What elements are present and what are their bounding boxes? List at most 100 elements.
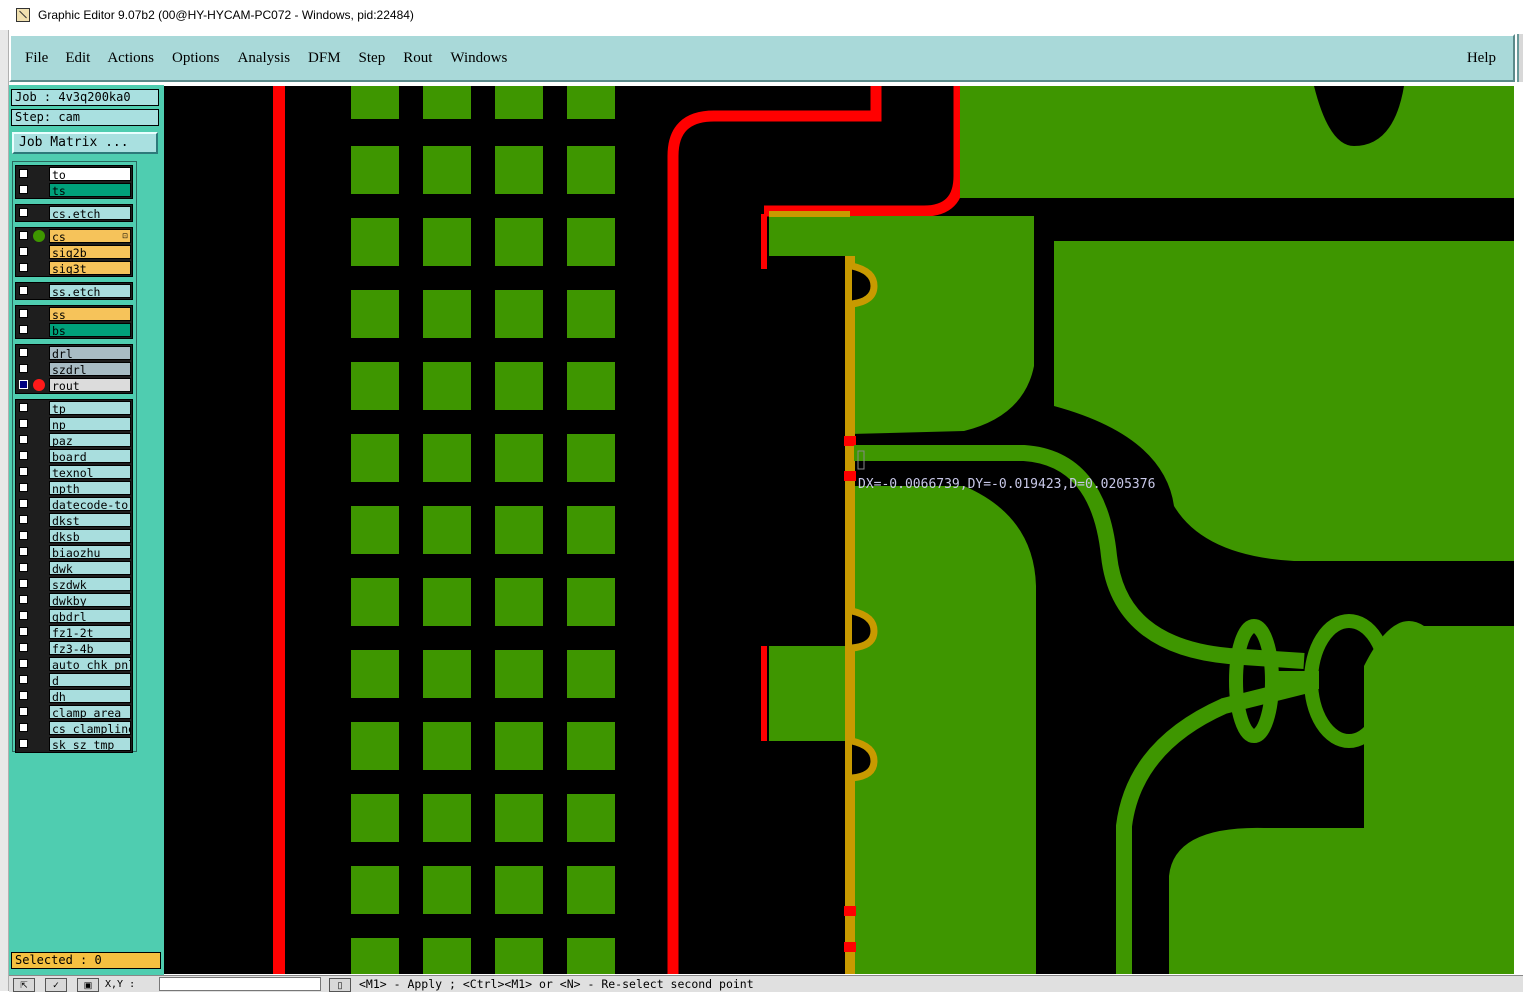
layer-row[interactable]: paz — [16, 432, 132, 448]
layer-name[interactable]: datecode-to — [49, 497, 131, 511]
layer-affected-checkbox[interactable] — [19, 403, 28, 412]
smd-pad[interactable] — [567, 794, 615, 842]
layer-row[interactable]: texnol — [16, 464, 132, 480]
check-icon[interactable]: ✓ — [45, 978, 67, 992]
layer-affected-checkbox[interactable] — [19, 531, 28, 540]
snap-icon[interactable]: ▣ — [77, 978, 99, 992]
smd-pad[interactable] — [351, 866, 399, 914]
layer-name[interactable]: d — [49, 673, 131, 687]
smd-pad[interactable] — [495, 86, 543, 119]
layer-name[interactable]: cs — [49, 229, 131, 243]
layer-name[interactable]: cs.etch — [49, 206, 131, 220]
smd-pad[interactable] — [495, 506, 543, 554]
layer-affected-checkbox[interactable] — [19, 563, 28, 572]
smd-pad[interactable] — [423, 434, 471, 482]
layer-name[interactable]: drl — [49, 346, 131, 360]
layer-affected-checkbox[interactable] — [19, 247, 28, 256]
layer-row[interactable]: rout — [16, 377, 132, 393]
smd-pad[interactable] — [351, 506, 399, 554]
layer-affected-checkbox[interactable] — [19, 263, 28, 272]
layer-affected-checkbox[interactable] — [19, 595, 28, 604]
layer-name[interactable]: tp — [49, 401, 131, 415]
layer-row[interactable]: d — [16, 672, 132, 688]
layer-name[interactable]: fz1-2t — [49, 625, 131, 639]
layer-row[interactable]: cs.etch — [16, 205, 132, 221]
menu-help[interactable]: Help — [1467, 50, 1496, 67]
layer-name[interactable]: bs — [49, 323, 131, 337]
layer-row[interactable]: board — [16, 448, 132, 464]
smd-pad[interactable] — [351, 86, 399, 119]
layer-row[interactable]: auto_chk_pnl — [16, 656, 132, 672]
layer-row[interactable]: gbdrl — [16, 608, 132, 624]
layer-affected-checkbox[interactable] — [19, 208, 28, 217]
smd-pad[interactable] — [567, 86, 615, 119]
menu-dfm[interactable]: DFM — [308, 50, 341, 67]
layer-name[interactable]: dwkby — [49, 593, 131, 607]
smd-pad[interactable] — [495, 218, 543, 266]
smd-pad[interactable] — [567, 506, 615, 554]
smd-pad[interactable] — [423, 86, 471, 119]
smd-pad[interactable] — [423, 866, 471, 914]
smd-pad[interactable] — [351, 434, 399, 482]
menu-actions[interactable]: Actions — [107, 50, 154, 67]
layer-affected-checkbox[interactable] — [19, 723, 28, 732]
smd-pad[interactable] — [423, 578, 471, 626]
layer-affected-checkbox[interactable] — [19, 611, 28, 620]
layer-affected-checkbox[interactable] — [19, 547, 28, 556]
smd-pad[interactable] — [495, 722, 543, 770]
layer-name[interactable]: szdrl — [49, 362, 131, 376]
smd-pad[interactable] — [495, 650, 543, 698]
layer-affected-checkbox[interactable] — [19, 451, 28, 460]
coordinate-field[interactable] — [159, 977, 321, 991]
layer-affected-checkbox[interactable] — [19, 380, 28, 389]
smd-pad[interactable] — [423, 146, 471, 194]
layer-name[interactable]: gbdrl — [49, 609, 131, 623]
smd-pad[interactable] — [351, 290, 399, 338]
smd-pad[interactable] — [351, 722, 399, 770]
smd-pad[interactable] — [495, 938, 543, 974]
layer-affected-checkbox[interactable] — [19, 467, 28, 476]
layer-name[interactable]: sig3t — [49, 261, 131, 275]
layer-affected-checkbox[interactable] — [19, 348, 28, 357]
layer-row[interactable]: np — [16, 416, 132, 432]
layer-name[interactable]: szdwk — [49, 577, 131, 591]
pcb-artwork[interactable] — [164, 86, 1514, 974]
layer-name[interactable]: board — [49, 449, 131, 463]
layer-affected-checkbox[interactable] — [19, 231, 28, 240]
smd-pad[interactable] — [567, 290, 615, 338]
smd-pad[interactable] — [423, 650, 471, 698]
menu-edit[interactable]: Edit — [65, 50, 90, 67]
display-layer-dot-icon[interactable] — [33, 379, 45, 391]
layer-affected-checkbox[interactable] — [19, 579, 28, 588]
smd-pad[interactable] — [567, 362, 615, 410]
layer-name[interactable]: dksb — [49, 529, 131, 543]
layer-row[interactable]: npth — [16, 480, 132, 496]
smd-pad[interactable] — [351, 650, 399, 698]
layer-row[interactable]: to — [16, 166, 132, 182]
layer-name[interactable]: paz — [49, 433, 131, 447]
layer-row[interactable]: dkst — [16, 512, 132, 528]
smd-pad[interactable] — [567, 578, 615, 626]
layer-name[interactable]: texnol — [49, 465, 131, 479]
layer-affected-checkbox[interactable] — [19, 515, 28, 524]
layer-row[interactable]: dh — [16, 688, 132, 704]
layer-name[interactable]: rout — [49, 378, 131, 392]
smd-pad[interactable] — [495, 146, 543, 194]
layer-row[interactable]: ss — [16, 306, 132, 322]
smd-pad[interactable] — [423, 938, 471, 974]
layer-row[interactable]: dksb — [16, 528, 132, 544]
smd-pad[interactable] — [423, 218, 471, 266]
layer-affected-checkbox[interactable] — [19, 435, 28, 444]
layer-name[interactable]: cs_clampline — [49, 721, 131, 735]
layer-row[interactable]: clamp_area — [16, 704, 132, 720]
smd-pad[interactable] — [351, 146, 399, 194]
layer-row[interactable]: cs ⊡ — [16, 228, 132, 244]
layer-name[interactable]: ss — [49, 307, 131, 321]
work-layer-dot-icon[interactable] — [33, 230, 45, 242]
menu-options[interactable]: Options — [172, 50, 220, 67]
layer-name[interactable]: sk_sz_tmp — [49, 737, 131, 751]
layer-name[interactable]: fz3-4b — [49, 641, 131, 655]
menu-step[interactable]: Step — [359, 50, 386, 67]
layer-row[interactable]: fz1-2t — [16, 624, 132, 640]
smd-pad[interactable] — [351, 218, 399, 266]
